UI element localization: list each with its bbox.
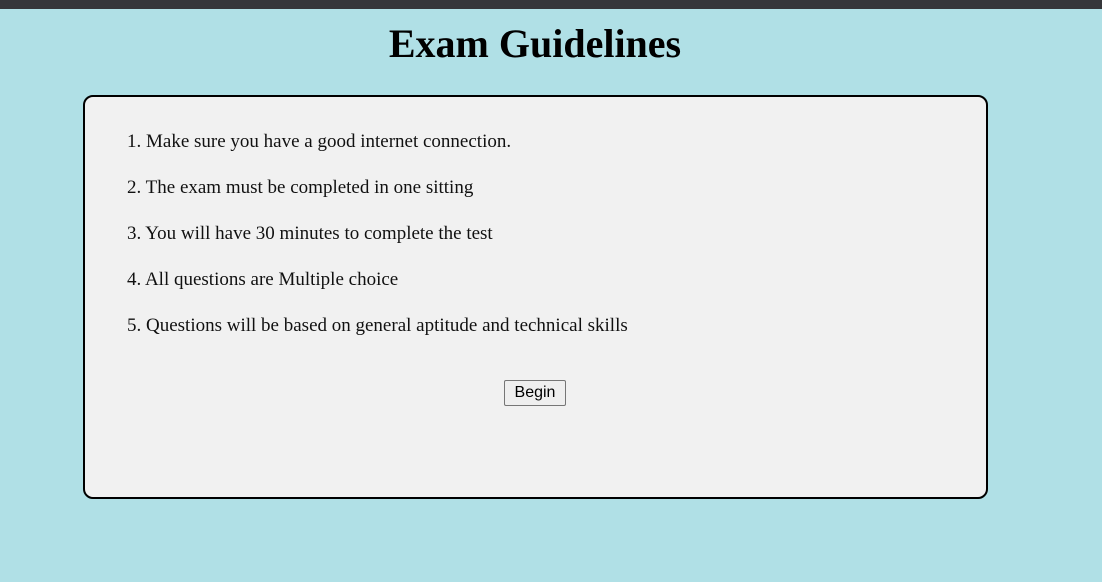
guideline-item-1: 1. Make sure you have a good internet co… — [127, 131, 512, 152]
guidelines-list: 1. Make sure you have a good internet co… — [127, 131, 628, 361]
guidelines-card: 1. Make sure you have a good internet co… — [83, 95, 988, 499]
browser-top-strip — [0, 0, 1102, 9]
guideline-item-4: 4. All questions are Multiple choice — [127, 269, 399, 290]
guideline-item-3: 3. You will have 30 minutes to complete … — [127, 223, 493, 244]
guideline-item-2: 2. The exam must be completed in one sit… — [127, 177, 474, 198]
page-title: Exam Guidelines — [388, 21, 682, 66]
guideline-item-5: 5. Questions will be based on general ap… — [127, 315, 628, 336]
begin-button[interactable]: Begin — [504, 380, 566, 406]
